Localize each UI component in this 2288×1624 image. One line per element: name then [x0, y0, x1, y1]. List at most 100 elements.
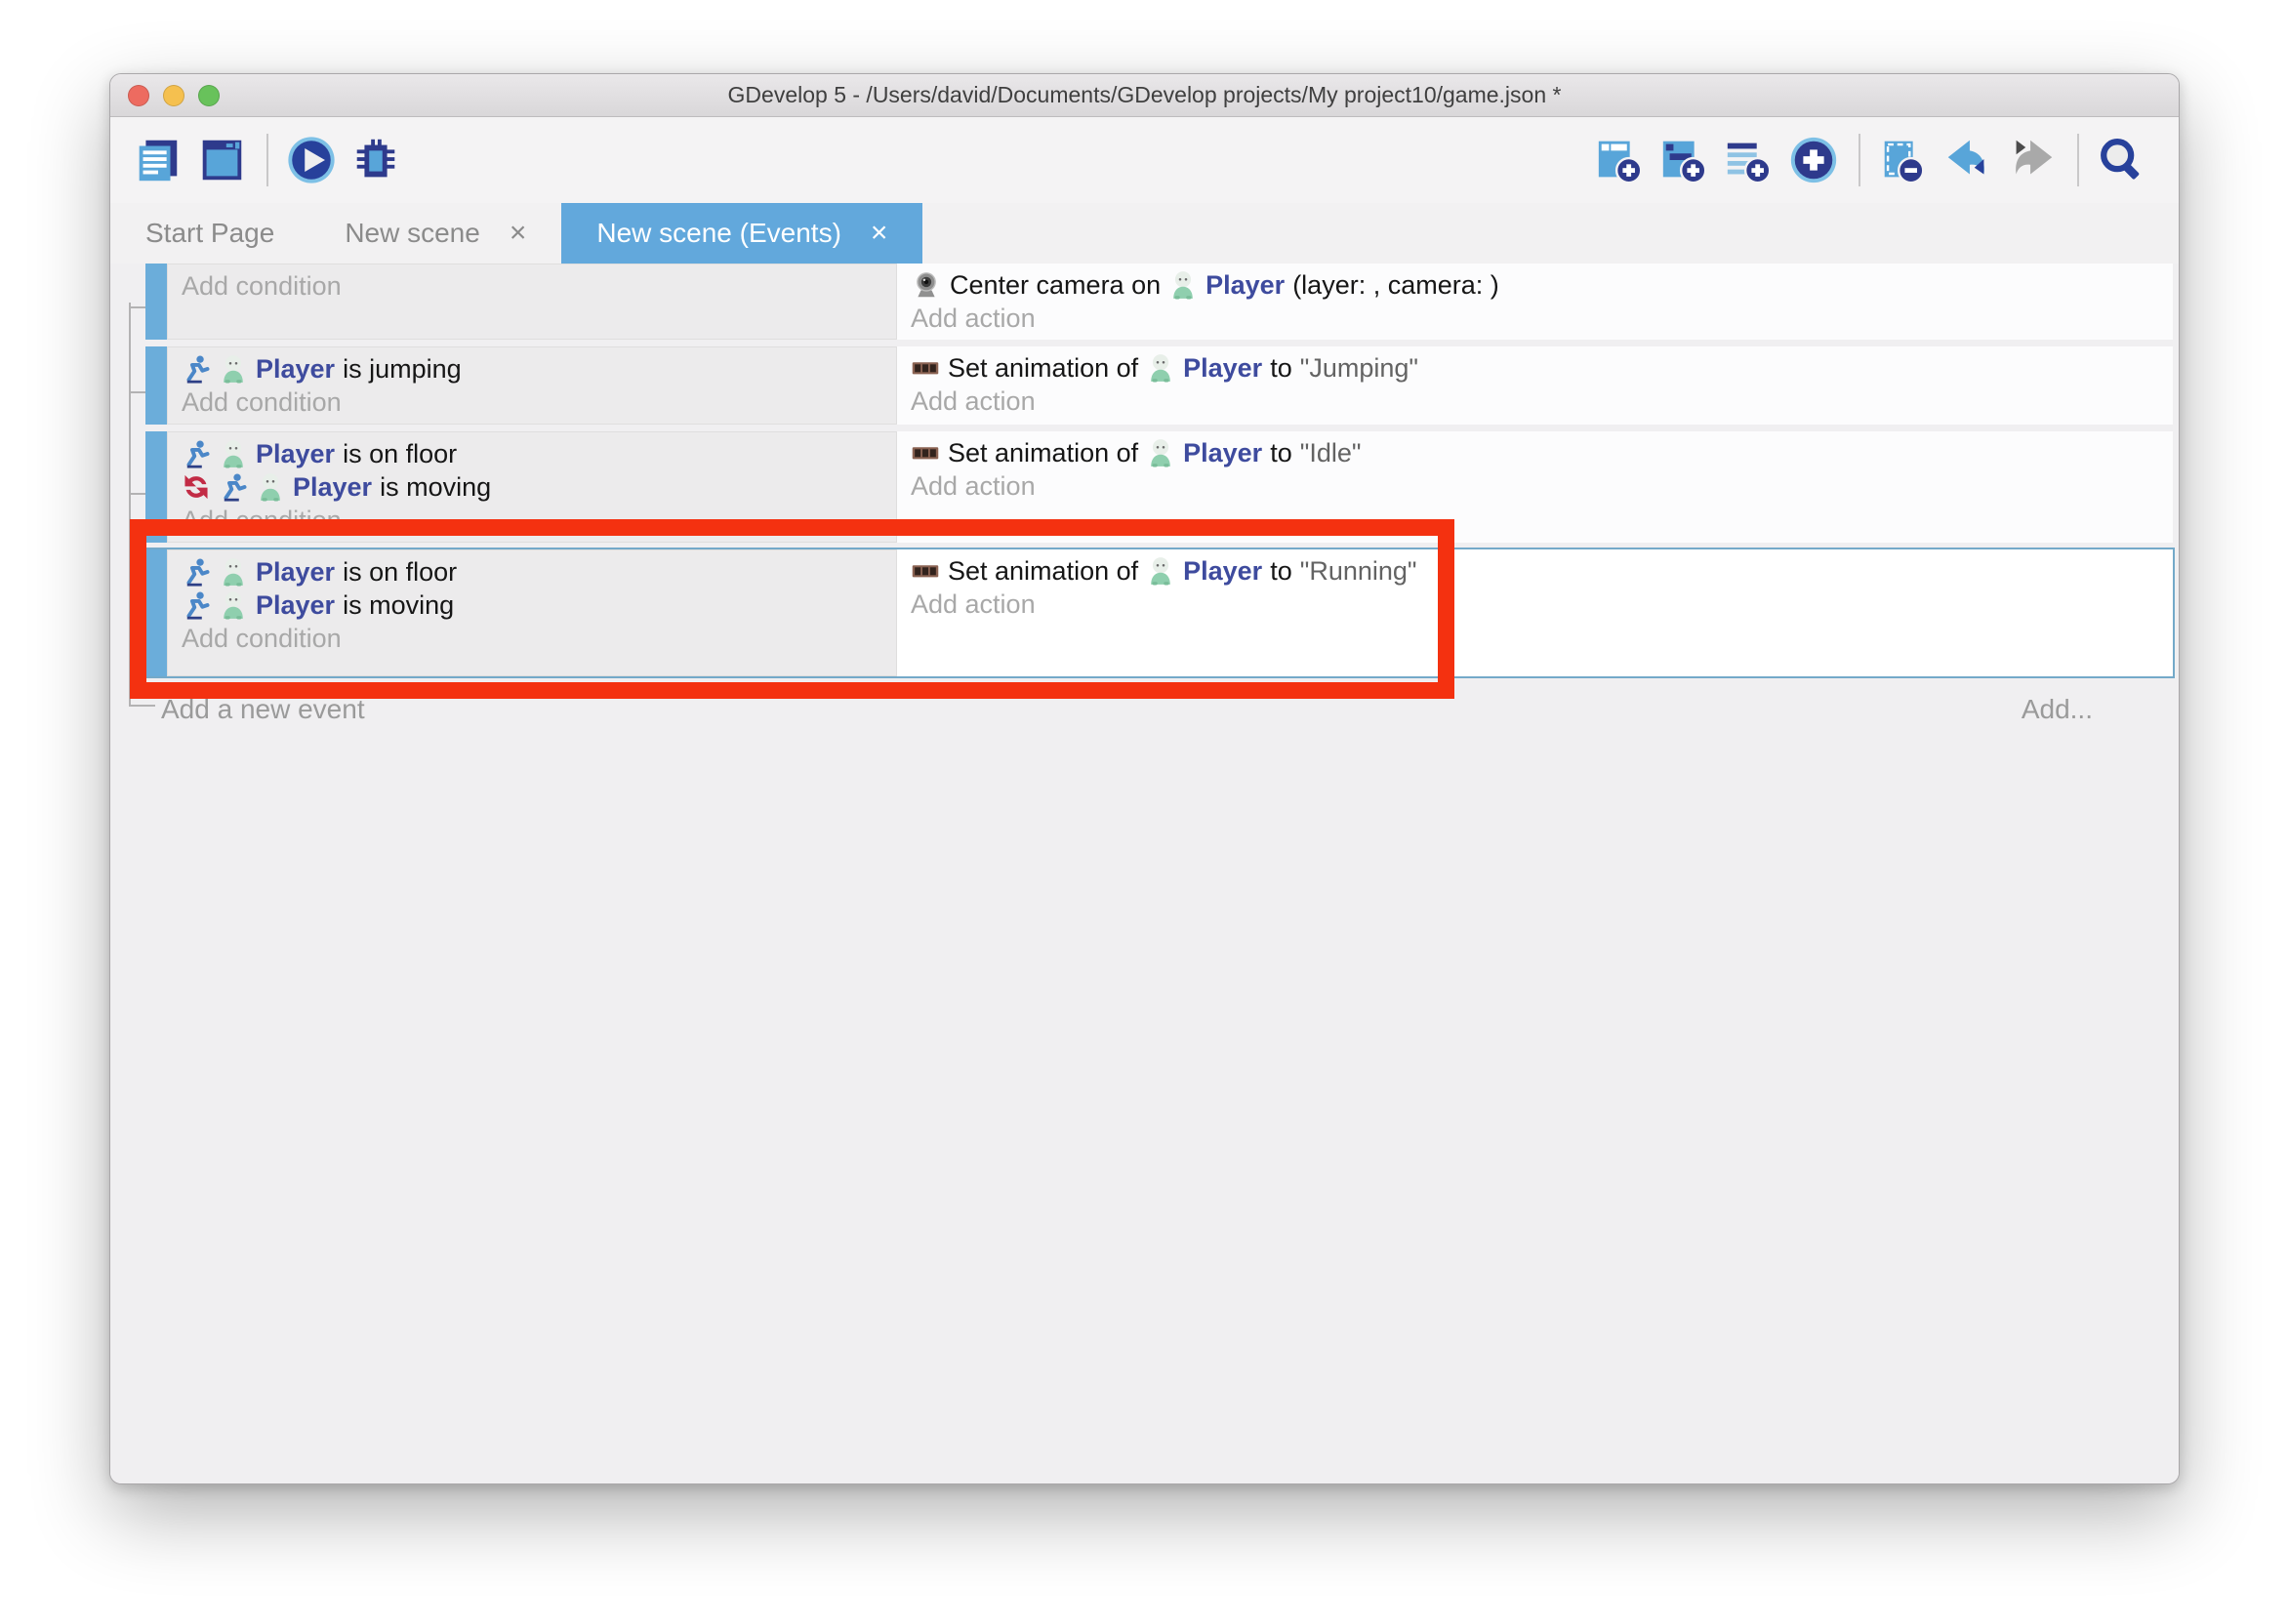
add-condition-link[interactable]: Add condition	[182, 387, 342, 418]
redo-button[interactable]	[2005, 133, 2060, 187]
add-subevent-icon	[1658, 134, 1711, 186]
add-comment-icon	[1723, 134, 1776, 186]
close-tab-icon[interactable]: ×	[871, 219, 888, 248]
add-other-event-button[interactable]	[1786, 133, 1841, 187]
close-tab-icon[interactable]: ×	[510, 219, 527, 248]
add-subevent-button[interactable]	[1657, 133, 1712, 187]
tab-label: New scene	[345, 218, 480, 249]
object-name: Player	[293, 472, 372, 503]
event-row-selected[interactable]: Player is on floor Player is moving Add …	[145, 549, 2173, 676]
player-object-icon	[1146, 556, 1175, 586]
conditions-cell[interactable]: Add condition	[167, 264, 897, 340]
events-sheet-footer: Add a new event Add...	[161, 694, 2179, 725]
object-name: Player	[1183, 438, 1262, 468]
add-action-link[interactable]: Add action	[911, 386, 1036, 417]
tab-label: Start Page	[145, 218, 274, 249]
conditions-cell[interactable]: Player is on floor Player is moving Add …	[167, 549, 897, 676]
project-manager-button[interactable]	[130, 133, 184, 187]
action-text: to	[1270, 556, 1292, 587]
add-action-link[interactable]: Add action	[911, 589, 1036, 620]
tab-new-scene-events[interactable]: New scene (Events) ×	[561, 203, 922, 264]
camera-icon	[911, 269, 942, 301]
player-object-icon	[219, 590, 248, 620]
redo-icon	[2006, 134, 2059, 186]
add-action-link[interactable]: Add action	[911, 304, 1036, 334]
action-value: "Jumping"	[1300, 353, 1418, 384]
condition-text: is on floor	[343, 439, 457, 469]
action-text: to	[1270, 438, 1292, 468]
tab-label: New scene (Events)	[596, 218, 841, 249]
add-event-button[interactable]	[1593, 133, 1648, 187]
play-button[interactable]	[284, 133, 339, 187]
condition[interactable]: Player is on floor	[182, 555, 882, 589]
add-event-icon	[1594, 134, 1647, 186]
condition[interactable]: Player is on floor	[182, 437, 882, 470]
condition-text: is jumping	[343, 354, 462, 385]
tab-new-scene[interactable]: New scene ×	[309, 203, 561, 264]
conditions-cell[interactable]: Player is jumping Add condition	[167, 346, 897, 425]
events-sheet: Add condition Center camera on Player (l…	[110, 264, 2179, 1484]
tab-start-page[interactable]: Start Page	[110, 203, 309, 264]
player-object-icon	[219, 439, 248, 468]
actions-cell[interactable]: Center camera on Player (layer: , camera…	[897, 264, 2173, 340]
window-controls	[128, 85, 220, 106]
search-events-button[interactable]	[2095, 133, 2149, 187]
add-condition-link[interactable]: Add condition	[182, 271, 342, 302]
object-name: Player	[1183, 556, 1262, 587]
action-text: Set animation of	[948, 353, 1138, 384]
undo-icon	[1941, 134, 1994, 186]
debug-icon	[349, 134, 402, 186]
zoom-window-button[interactable]	[198, 85, 220, 106]
action-text: (layer: , camera: )	[1292, 270, 1499, 301]
action[interactable]: Center camera on Player (layer: , camera…	[911, 268, 2159, 302]
minimize-window-button[interactable]	[163, 85, 184, 106]
event-marker-bar[interactable]	[145, 549, 167, 676]
object-name: Player	[256, 439, 335, 469]
object-name: Player	[1205, 270, 1285, 301]
event-marker-bar[interactable]	[145, 264, 167, 340]
event-marker-bar[interactable]	[145, 346, 167, 425]
search-icon	[2096, 134, 2148, 186]
platformer-behavior-icon	[219, 472, 248, 502]
action-text: to	[1270, 353, 1292, 384]
condition[interactable]: Player is jumping	[182, 352, 882, 386]
conditions-cell[interactable]: Player is on floor Player is moving Add …	[167, 431, 897, 543]
player-object-icon	[1146, 353, 1175, 383]
close-window-button[interactable]	[128, 85, 149, 106]
scene-editor-button[interactable]	[194, 133, 249, 187]
action[interactable]: Set animation of Player to "Running"	[911, 554, 2159, 588]
condition-text: is on floor	[343, 557, 457, 588]
event-marker-bar[interactable]	[145, 431, 167, 543]
window-titlebar[interactable]: GDevelop 5 - /Users/david/Documents/GDev…	[110, 74, 2179, 117]
condition[interactable]: Player is moving	[182, 470, 882, 504]
actions-cell[interactable]: Set animation of Player to "Jumping" Add…	[897, 346, 2173, 425]
event-row[interactable]: Add condition Center camera on Player (l…	[145, 264, 2173, 340]
player-object-icon	[219, 557, 248, 587]
add-more-link[interactable]: Add...	[2022, 694, 2093, 725]
object-name: Player	[256, 590, 335, 621]
undo-button[interactable]	[1941, 133, 1995, 187]
actions-cell[interactable]: Set animation of Player to "Idle" Add ac…	[897, 431, 2173, 543]
remove-event-icon	[1877, 134, 1930, 186]
object-name: Player	[256, 557, 335, 588]
add-action-link[interactable]: Add action	[911, 471, 1036, 502]
event-row[interactable]: Player is jumping Add condition Set anim…	[145, 346, 2173, 425]
debug-button[interactable]	[348, 133, 403, 187]
animation-icon	[911, 353, 940, 383]
add-condition-link[interactable]: Add condition	[182, 624, 342, 654]
add-condition-link[interactable]: Add condition	[182, 506, 342, 536]
project-manager-icon	[131, 134, 184, 186]
action[interactable]: Set animation of Player to "Jumping"	[911, 351, 2159, 385]
toolbar-separator	[266, 134, 268, 186]
action-value: "Running"	[1300, 556, 1417, 587]
actions-cell[interactable]: Set animation of Player to "Running" Add…	[897, 549, 2173, 676]
scene-editor-icon	[195, 134, 248, 186]
condition[interactable]: Player is moving	[182, 589, 882, 622]
add-comment-button[interactable]	[1722, 133, 1777, 187]
add-new-event-link[interactable]: Add a new event	[161, 694, 365, 725]
event-row[interactable]: Player is on floor Player is moving Add …	[145, 431, 2173, 543]
action[interactable]: Set animation of Player to "Idle"	[911, 436, 2159, 469]
player-object-icon	[1146, 438, 1175, 467]
delete-selection-button[interactable]	[1876, 133, 1931, 187]
action-value: "Idle"	[1300, 438, 1362, 468]
